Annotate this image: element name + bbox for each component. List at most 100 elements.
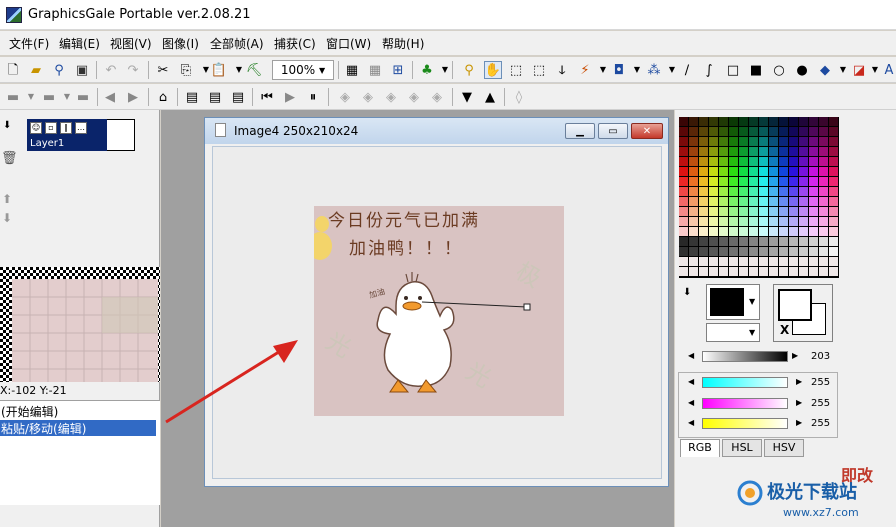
palette-swatch[interactable] [699,117,708,126]
palette-swatch[interactable] [809,117,818,126]
palette-swatch[interactable] [829,227,838,236]
palette-swatch[interactable] [779,117,788,126]
spray-icon[interactable]: ⁂ [645,61,663,79]
copy-icon[interactable]: ⎘ [177,61,195,79]
find-icon[interactable]: ⚲ [50,61,68,79]
palette-swatch[interactable] [699,237,708,246]
palette-swatch[interactable] [699,257,708,266]
palette-swatch[interactable] [739,117,748,126]
palette-swatch[interactable] [769,247,778,256]
palette-swatch[interactable] [689,177,698,186]
palette-swatch[interactable] [699,207,708,216]
palette-swatch[interactable] [779,247,788,256]
palette-swatch[interactable] [699,157,708,166]
palette-swatch[interactable] [789,207,798,216]
fill-bucket-icon[interactable]: ◆ [816,61,834,79]
palette-swatch[interactable] [719,177,728,186]
palette-swatch[interactable] [739,227,748,236]
filled-rectangle-icon[interactable]: ■ [747,61,765,79]
palette-swatch[interactable] [709,267,718,276]
palette-swatch[interactable] [709,167,718,176]
palette-swatch[interactable] [799,227,808,236]
palette-swatch[interactable] [829,197,838,206]
palette-swatch[interactable] [779,127,788,136]
palette-swatch[interactable] [799,177,808,186]
palette-swatch[interactable] [799,147,808,156]
palette-swatch[interactable] [679,147,688,156]
palette-swatch[interactable] [679,207,688,216]
palette-swatch[interactable] [689,227,698,236]
palette-swatch[interactable] [799,117,808,126]
palette-swatch[interactable] [729,257,738,266]
palette-swatch[interactable] [789,167,798,176]
palette-swatch[interactable] [789,217,798,226]
palette-swatch[interactable] [789,127,798,136]
brush-size-select[interactable]: ▼ [706,323,760,342]
palette-swatch[interactable] [799,217,808,226]
palette-swatch[interactable] [739,207,748,216]
palette-swatch[interactable] [829,127,838,136]
new-file-icon[interactable]: 🗋 [4,61,22,79]
palette-swatch[interactable] [759,127,768,136]
palette-swatch[interactable] [769,117,778,126]
swap-colors-label[interactable]: X [780,323,789,337]
palette-swatch[interactable] [679,247,688,256]
palette-swatch[interactable] [809,237,818,246]
palette-swatch[interactable] [689,127,698,136]
undo-icon[interactable]: ↶ [102,61,120,79]
palette-swatch[interactable] [689,167,698,176]
palette-swatch[interactable] [779,137,788,146]
merge-frames-icon[interactable]: ▤ [183,88,201,106]
save-icon[interactable]: ▣ [73,61,91,79]
palette-swatch[interactable] [679,237,688,246]
pause-icon[interactable]: ⏸ [304,88,322,106]
palette-swatch[interactable] [689,257,698,266]
palette-swatch[interactable] [759,167,768,176]
palette-swatch[interactable] [699,227,708,236]
menu-image[interactable]: 图像(I) [162,35,199,52]
palette-swatch[interactable] [829,147,838,156]
palette-swatch[interactable] [799,167,808,176]
menu-edit[interactable]: 编辑(E) [59,35,100,52]
palette-swatch[interactable] [729,157,738,166]
menu-file[interactable]: 文件(F) [9,35,49,52]
palette-swatch[interactable] [679,187,688,196]
palette-swatch[interactable] [729,217,738,226]
history-item-selected[interactable]: 粘贴/移动(编辑) [0,420,156,436]
slider-right-icon[interactable]: ▶ [796,398,802,407]
palette-swatch[interactable] [719,197,728,206]
palette-swatch[interactable] [679,167,688,176]
palette-swatch[interactable] [809,167,818,176]
cyan-slider[interactable] [702,377,788,388]
brush-preview[interactable]: ▼ [706,284,760,320]
palette-swatch[interactable] [749,187,758,196]
palette-swatch[interactable] [699,247,708,256]
palette-swatch[interactable] [819,217,828,226]
palette-swatch[interactable] [799,257,808,266]
frames-copy-icon[interactable]: ▤ [229,88,247,106]
palette-swatch[interactable] [739,147,748,156]
palette-swatch[interactable] [719,167,728,176]
layer-tool2-icon[interactable]: ◈ [359,88,377,106]
palette-swatch[interactable] [769,267,778,276]
palette-swatch[interactable] [829,207,838,216]
magnify-icon[interactable]: ⚲ [460,61,478,79]
palette-swatch[interactable] [679,197,688,206]
palette-swatch[interactable] [779,157,788,166]
palette-swatch[interactable] [779,207,788,216]
slider-right-icon[interactable]: ▶ [796,377,802,386]
palette-swatch[interactable] [699,187,708,196]
palette-swatch[interactable] [679,177,688,186]
palette-swatch[interactable] [829,257,838,266]
curve-icon[interactable]: ∫ [700,61,718,79]
palette-swatch[interactable] [749,247,758,256]
select-grid-icon[interactable]: ⊞ [389,61,407,79]
palette-swatch[interactable] [739,137,748,146]
palette-swatch[interactable] [719,217,728,226]
download-icon[interactable]: ⬇ [3,120,11,131]
palette-swatch[interactable] [749,127,758,136]
slider-left-icon[interactable]: ◀ [688,418,694,427]
frame-add-icon[interactable]: ▬ [40,88,58,106]
palette-swatch[interactable] [739,247,748,256]
foreground-color[interactable] [778,289,812,321]
